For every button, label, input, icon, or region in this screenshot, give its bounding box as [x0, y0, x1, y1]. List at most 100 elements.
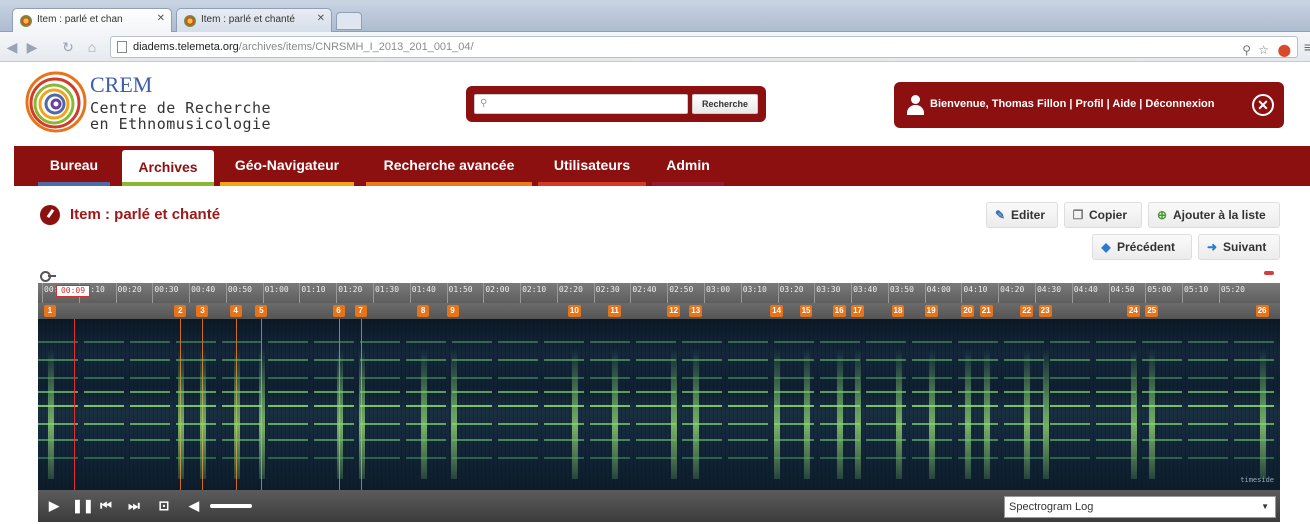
playhead-line[interactable] [74, 319, 75, 490]
address-bar[interactable]: diadems.telemeta.org/archives/items/CNRS… [110, 36, 1298, 58]
add-marker-icon[interactable]: ⊡ [156, 498, 172, 514]
nav-geo-navigateur[interactable]: Géo-Navigateur [220, 146, 354, 186]
volume-icon[interactable]: ◀ [186, 498, 202, 514]
home-icon[interactable]: ⌂ [84, 39, 100, 55]
volume-slider[interactable] [210, 504, 252, 508]
new-tab-button[interactable] [336, 12, 362, 30]
ruler-tick-label: 03:20 [779, 285, 804, 294]
segment-marker[interactable]: 1 [43, 305, 56, 317]
nav-bureau[interactable]: Bureau [38, 146, 110, 186]
tab-label: Item : parlé et chanté [201, 14, 295, 25]
ruler-tick-line [998, 283, 1000, 303]
segment-marker[interactable]: 13 [689, 305, 703, 317]
ruler-tick-label: 04:30 [1036, 285, 1062, 294]
segment-marker[interactable]: 9 [446, 305, 459, 317]
segment-marker[interactable]: 22 [1020, 305, 1034, 317]
logout-close-icon[interactable]: ✕ [1252, 94, 1274, 116]
segment-marker[interactable]: 20 [961, 305, 975, 317]
browser-tab[interactable]: Item : parlé et chanté ✕ [176, 8, 332, 32]
playhead-key-icon[interactable] [40, 270, 56, 282]
user-icon [906, 95, 924, 115]
play-icon[interactable]: ▶ [46, 498, 62, 514]
segment-marker[interactable]: 5 [255, 305, 268, 317]
segment-marker[interactable]: 23 [1038, 305, 1052, 317]
ruler-tick-line [1218, 283, 1220, 303]
segment-marker[interactable]: 2 [174, 305, 187, 317]
segment-marker[interactable]: 16 [832, 305, 846, 317]
search-input[interactable] [474, 94, 688, 114]
dropdown-arrow-icon: ▼ [1261, 502, 1269, 511]
user-links[interactable]: Bienvenue, Thomas Fillon | Profil | Aide… [930, 98, 1214, 110]
segment-marker[interactable]: 7 [354, 305, 367, 317]
reload-icon[interactable]: ↻ [60, 39, 76, 55]
skip-back-icon[interactable]: ⏮ [98, 498, 114, 514]
segment-marker[interactable]: 11 [608, 305, 621, 317]
spectral-burst [983, 349, 990, 479]
segment-marker[interactable]: 14 [770, 305, 784, 317]
next-button[interactable]: ➜ Suivant [1198, 234, 1280, 260]
nav-recherche-avancee[interactable]: Recherche avancée [366, 146, 532, 186]
menu-icon[interactable]: ≡ [1300, 39, 1310, 55]
nav-admin[interactable]: Admin [652, 146, 724, 186]
segment-marker[interactable]: 15 [799, 305, 813, 317]
nav-label: Archives [138, 159, 198, 175]
forward-arrow-icon[interactable]: ▶ [24, 39, 40, 55]
bookmark-star-icon[interactable]: ☆ [1258, 40, 1269, 60]
segment-marker[interactable]: 8 [417, 305, 430, 317]
spectral-burst [421, 349, 428, 479]
ruler-tick-line [1145, 283, 1147, 303]
ruler-tick-label: 01:30 [374, 285, 400, 294]
segment-marker[interactable]: 17 [851, 305, 864, 317]
time-ruler[interactable]: 00:0000:1000:2000:3000:4000:5001:0001:10… [38, 283, 1280, 303]
ruler-tick-line [372, 283, 374, 303]
spectral-burst [855, 349, 862, 479]
url-host: diadems.telemeta.org [133, 41, 239, 53]
zoom-icon[interactable]: ⚲ [1242, 40, 1251, 60]
skip-forward-icon[interactable]: ⏭ [126, 498, 142, 514]
ruler-tick-label: 02:40 [632, 285, 657, 294]
ruler-tick-line [740, 283, 742, 303]
segment-marker[interactable]: 12 [667, 305, 681, 317]
pause-icon[interactable]: ❚❚ [72, 498, 94, 514]
adblock-icon[interactable]: ⬤ [1278, 40, 1291, 60]
view-mode-select[interactable]: Spectrogram Log ▼ [1004, 496, 1276, 518]
spectral-burst [450, 349, 457, 479]
copy-button[interactable]: ❐ Copier [1064, 202, 1142, 228]
search-button[interactable]: Recherche [692, 94, 758, 114]
segment-marker[interactable]: 19 [924, 305, 938, 317]
add-to-list-icon: ⊕ [1156, 208, 1168, 222]
tab-close-icon[interactable]: ✕ [317, 13, 325, 24]
previous-label: Précédent [1117, 240, 1176, 254]
browser-tab-active[interactable]: Item : parlé et chan ✕ [12, 8, 172, 32]
segment-marker[interactable]: 6 [332, 305, 345, 317]
current-time-indicator: 00:09 [56, 285, 90, 297]
tab-close-icon[interactable]: ✕ [157, 13, 165, 24]
crem-logo[interactable]: CREM Centre de Recherche en Ethnomusicol… [24, 70, 284, 134]
ruler-tick-line [961, 283, 963, 303]
segment-marker[interactable]: 10 [567, 305, 581, 317]
segment-marker[interactable]: 18 [891, 305, 905, 317]
spectral-burst [895, 349, 902, 479]
segment-marker[interactable]: 24 [1126, 305, 1140, 317]
segment-marker[interactable]: 26 [1255, 305, 1269, 317]
spectrogram[interactable]: timeside [38, 319, 1280, 490]
search-icon: ⚲ [480, 98, 488, 109]
spectral-burst [259, 349, 266, 479]
previous-button[interactable]: ◆ Précédent [1092, 234, 1192, 260]
spectral-burst [693, 349, 700, 479]
edit-button[interactable]: ✎ Editer [986, 202, 1058, 228]
ruler-tick-line [851, 283, 853, 303]
segment-marker[interactable]: 4 [229, 305, 242, 317]
segment-marker[interactable]: 21 [979, 305, 993, 317]
segment-marker[interactable]: 25 [1145, 305, 1159, 317]
zoom-out-icon[interactable] [1264, 271, 1274, 275]
spectral-burst [178, 349, 185, 479]
nav-archives[interactable]: Archives [122, 150, 214, 186]
segment-marker[interactable]: 3 [196, 305, 209, 317]
tab-label: Item : parlé et chan [37, 14, 123, 25]
back-arrow-icon[interactable]: ◀ [4, 39, 20, 55]
pencil-icon: ✎ [994, 208, 1006, 222]
add-to-list-button[interactable]: ⊕ Ajouter à la liste [1148, 202, 1280, 228]
nav-utilisateurs[interactable]: Utilisateurs [538, 146, 646, 186]
site-header: CREM Centre de Recherche en Ethnomusicol… [0, 62, 1310, 146]
